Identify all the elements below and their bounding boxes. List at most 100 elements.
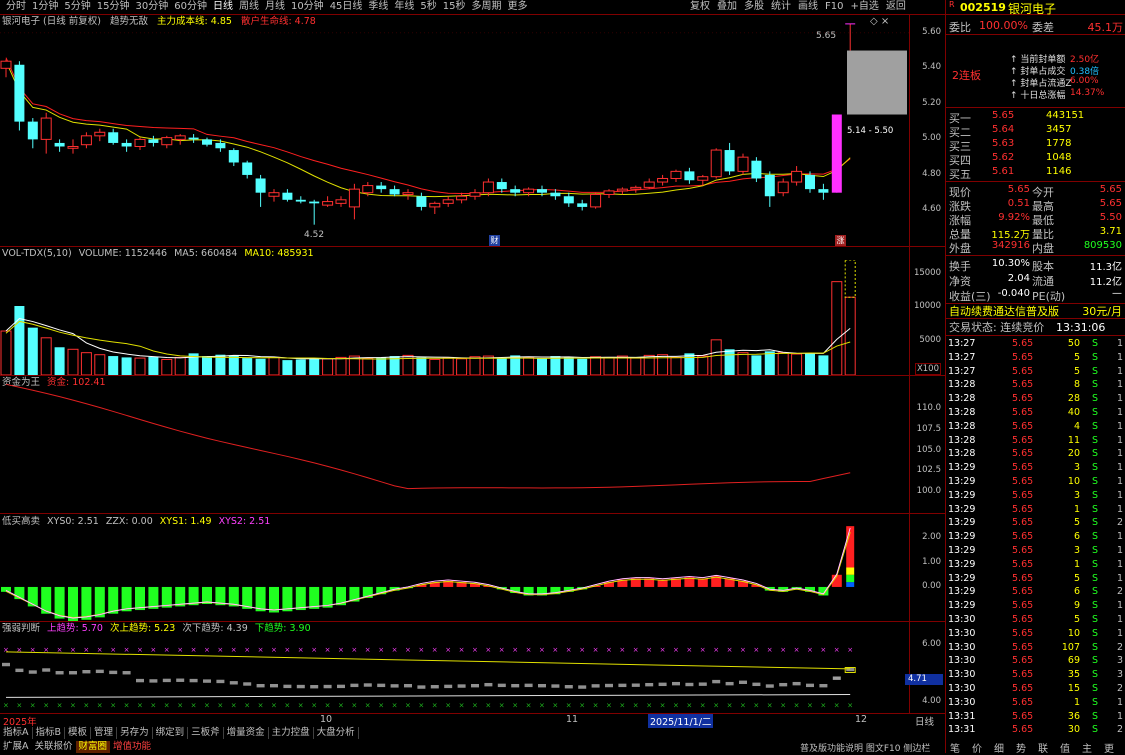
tool-button[interactable]: 返回: [886, 0, 906, 14]
tick-side: S: [1092, 655, 1099, 667]
volume-bar: [777, 352, 789, 375]
candle-body: [94, 131, 106, 137]
promo-banner[interactable]: 自动续费通达信普及版 30元/月: [946, 303, 1125, 319]
tool-button[interactable]: 叠加: [717, 0, 737, 14]
strength-bar: [457, 684, 466, 688]
candle-body: [737, 156, 749, 172]
period-tab[interactable]: 60分钟: [174, 0, 207, 14]
period-tab[interactable]: 更多: [508, 0, 528, 14]
volume-tick: 15000: [913, 267, 941, 278]
down-trend-mark: ×: [43, 701, 49, 709]
down-trend-mark: ×: [579, 701, 585, 709]
strength-bar: [618, 683, 627, 688]
extension-tab[interactable]: 关联报价: [32, 741, 76, 753]
period-tab[interactable]: 1分钟: [32, 0, 58, 14]
volume-bar: [255, 358, 266, 375]
down-trend-mark: ×: [820, 701, 826, 709]
period-tab[interactable]: 5分钟: [64, 0, 90, 14]
indicator-tab[interactable]: 管理: [91, 727, 118, 739]
indicator-tab[interactable]: 模板: [65, 727, 92, 739]
indicator-tab[interactable]: 另存为: [117, 727, 153, 739]
volume-bar: [818, 355, 829, 375]
down-trend-mark: ×: [338, 701, 344, 709]
candle-body: [27, 121, 38, 140]
price-tick: 5.00: [922, 133, 941, 144]
period-tab[interactable]: 15分钟: [97, 0, 130, 14]
stat-value: 5.50: [1099, 212, 1122, 223]
signal-bar: [255, 586, 266, 612]
tool-button[interactable]: 画线: [798, 0, 818, 14]
limit-up-marker[interactable]: 涨: [835, 235, 846, 246]
down-trend-mark: ×: [432, 701, 438, 709]
period-tab[interactable]: 15秒: [443, 0, 466, 14]
indicator-tab[interactable]: 绑定到: [153, 727, 189, 739]
strength-chart: × × × × × × × × × × × × × × × × × × × × × × × × × × × × × × × × × × × × × × × ×…: [2, 646, 856, 709]
finance-marker[interactable]: 财: [489, 235, 500, 246]
indicator-tab[interactable]: 指标B: [33, 727, 66, 739]
weibi-row: 委比 100.00% 委差 45.1万: [946, 19, 1125, 35]
volume-bar: [523, 356, 535, 375]
period-tab[interactable]: 季线: [368, 0, 388, 14]
period-tab[interactable]: 日线: [213, 0, 233, 14]
indicator-tab[interactable]: 指标A: [0, 727, 33, 739]
period-tab[interactable]: 45日线: [330, 0, 363, 14]
up-trend-mark: ×: [3, 646, 9, 654]
strength-bar: [430, 685, 439, 689]
strength-bar: [69, 671, 77, 675]
tool-button[interactable]: 复权: [690, 0, 710, 14]
strength-bar: [765, 684, 774, 688]
tool-button[interactable]: F10: [825, 0, 843, 14]
period-tab[interactable]: 分时: [6, 0, 26, 14]
period-tab[interactable]: 30分钟: [135, 0, 168, 14]
period-tab[interactable]: 10分钟: [291, 0, 324, 14]
tick-side: S: [1092, 641, 1099, 653]
up-trend-mark: ×: [217, 646, 223, 654]
down-trend-mark: ×: [16, 701, 22, 709]
strength-bar: [162, 678, 171, 683]
indicator-tab[interactable]: 三板斧: [188, 727, 224, 739]
tick-count: 1: [1116, 393, 1123, 405]
volume-bar: [805, 353, 815, 375]
capital-tick: 100.0: [916, 486, 941, 497]
volume-bar: [442, 357, 454, 375]
up-trend-mark: ×: [767, 646, 773, 654]
signal-bar: [309, 586, 320, 609]
indicator-tab[interactable]: 增量资金: [224, 727, 269, 739]
extension-tab[interactable]: 财富圈: [75, 741, 111, 753]
signal-bar: [135, 586, 145, 611]
period-tab[interactable]: 5秒: [420, 0, 436, 14]
tick-volume: 11: [1067, 434, 1080, 446]
extension-tab[interactable]: 增值功能: [110, 741, 154, 753]
extension-tab[interactable]: 扩展A: [0, 741, 32, 753]
tick-side: S: [1092, 448, 1099, 460]
period-tab[interactable]: 月线: [265, 0, 285, 14]
volume-tick: 5000: [919, 335, 941, 346]
tick-count: 1: [1116, 614, 1123, 625]
tool-button[interactable]: 多股: [744, 0, 764, 14]
tool-button[interactable]: 统计: [771, 0, 791, 14]
status-bar[interactable]: 普及版功能说明 图文F10 侧边栏: [800, 741, 930, 754]
down-trend-mark: ×: [231, 701, 237, 709]
period-tab[interactable]: 多周期: [472, 0, 502, 14]
up-trend-mark: ×: [325, 646, 331, 654]
strength-bar: [685, 682, 694, 687]
candle-body: [510, 189, 521, 193]
indicator-tab[interactable]: 主力控盘: [269, 727, 314, 739]
indicator-tab[interactable]: 大盘分析: [314, 727, 359, 739]
tick-time: 13:30: [948, 627, 976, 639]
volume-axis: 15000 10000 5000 X100: [910, 246, 944, 375]
down-trend-mark: ×: [365, 701, 371, 709]
candle-body: [161, 137, 173, 146]
signal-bar: [81, 586, 92, 620]
signal-bar: [846, 567, 855, 575]
vol-ma10-line: [5, 320, 851, 360]
period-tab[interactable]: 年线: [394, 0, 414, 14]
strength-bar: [216, 679, 225, 684]
tick-price: 5.65: [1012, 351, 1034, 363]
period-tab[interactable]: 周线: [239, 0, 259, 14]
price-tick: 4.60: [922, 204, 941, 215]
down-trend-mark: ×: [847, 701, 853, 709]
tick-price: 5.65: [1012, 489, 1034, 501]
tool-button[interactable]: +自选: [850, 0, 878, 14]
tick-price: 5.65: [1012, 448, 1034, 460]
